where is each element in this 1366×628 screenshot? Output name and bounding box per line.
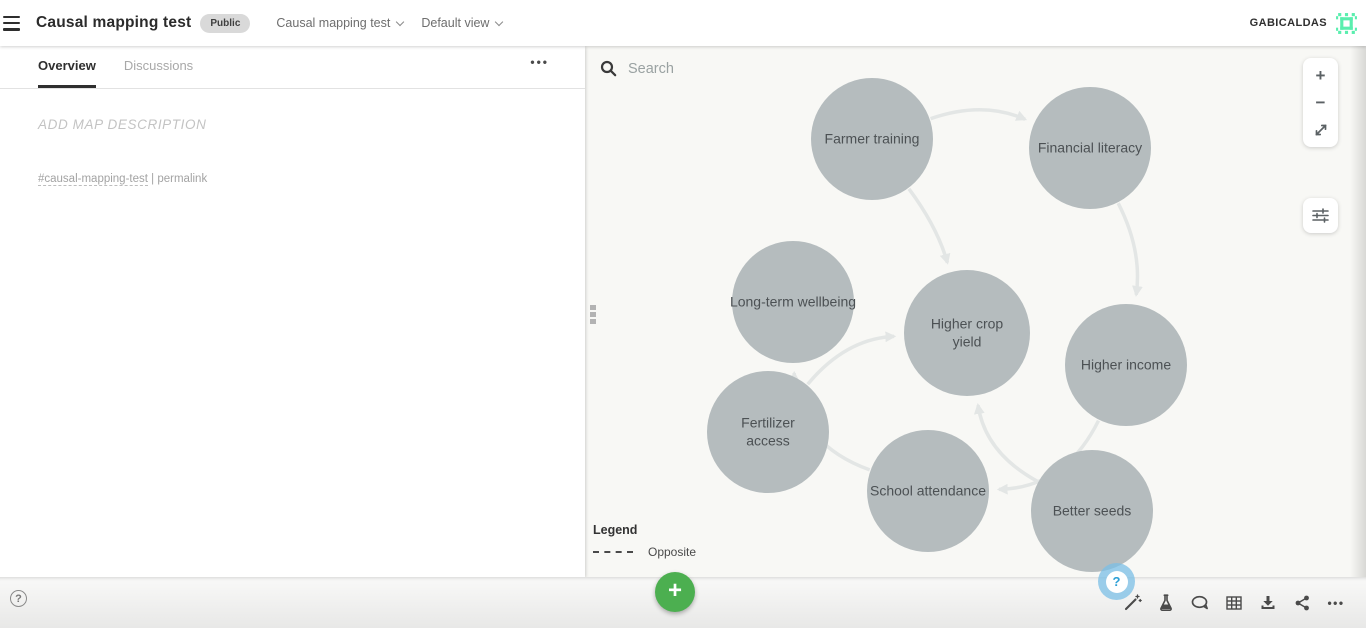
flask-icon[interactable] [1156,593,1176,613]
footer-toolbar: ••• [1108,577,1346,628]
sidebar-more-icon[interactable]: ••• [530,55,549,69]
menu-icon[interactable] [3,15,23,31]
node-label: Higher income [1080,356,1172,373]
search-box [600,60,798,77]
add-element-button[interactable]: + [655,572,695,612]
hashtag-link[interactable]: #causal-mapping-test [38,173,148,186]
project-selector[interactable]: Causal mapping test [276,16,405,30]
table-icon[interactable] [1224,593,1244,613]
top-bar: Causal mapping test Public Causal mappin… [0,0,1366,46]
permalink-link[interactable]: permalink [157,173,207,185]
map-node-higher-income[interactable]: Higher income [1065,304,1187,426]
panel-resize-handle[interactable] [590,305,596,326]
map-node-financial-literacy[interactable]: Financial literacy [1029,87,1151,209]
node-label: Better seeds [1052,502,1132,519]
dashed-line-sample [593,551,633,553]
sidebar-tabs: Overview Discussions ••• [0,46,585,89]
legend-item: Opposite [593,545,696,559]
permalink-separator: | [147,173,158,185]
map-node-better-seeds[interactable]: Better seeds [1031,450,1153,572]
map-node-farmer-training[interactable]: Farmer training [811,78,933,200]
tab-discussions[interactable]: Discussions [124,58,193,88]
zoom-out-button[interactable]: − [1303,89,1338,116]
comments-icon[interactable] [1190,593,1210,613]
zoom-fit-button[interactable] [1303,116,1338,143]
help-icon[interactable]: ? [10,590,27,607]
view-selector-label: Default view [421,16,490,30]
zoom-in-button[interactable]: + [1303,62,1338,89]
share-icon[interactable] [1292,593,1312,613]
sliders-icon [1312,208,1329,223]
project-selector-label: Causal mapping test [276,16,391,30]
legend-item-label: Opposite [648,545,697,559]
page-title: Causal mapping test [36,14,192,31]
zoom-fit-icon [1315,124,1326,135]
help-bubble[interactable]: ? [1098,563,1135,600]
plus-icon: + [667,577,682,604]
search-input[interactable] [628,60,798,77]
map-node-long-term-wellbeing[interactable]: Long-term wellbeing [730,241,856,363]
chevron-down-icon [495,17,504,26]
map-canvas[interactable]: Farmer training Financial literacy Long-te… [585,46,1366,577]
chevron-down-icon [396,17,405,26]
view-selector[interactable]: Default view [421,16,504,30]
node-label: Farmer training [824,130,920,147]
map-legend: Legend Opposite [593,523,696,559]
map-settings-button[interactable] [1303,198,1338,233]
node-label: School attendance [870,482,986,499]
download-icon[interactable] [1258,593,1278,613]
more-options-icon[interactable]: ••• [1326,593,1346,613]
legend-title: Legend [593,523,638,537]
user-avatar[interactable] [1335,11,1358,35]
permalink-row: #causal-mapping-test | permalink [38,173,547,186]
visibility-badge: Public [200,13,251,33]
map-node-higher-crop-yield[interactable]: Higher crop yield [904,270,1030,396]
map-description-placeholder[interactable]: ADD MAP DESCRIPTION [38,117,547,132]
node-label: Financial literacy [1037,139,1143,156]
zoom-controls: + − [1303,58,1338,147]
map-node-fertilizer-access[interactable]: Fertilizer access [707,371,829,493]
username[interactable]: GABICALDAS [1250,17,1327,29]
tab-overview[interactable]: Overview [38,58,96,88]
map-nodes: Farmer training Financial literacy Long-te… [585,46,1366,577]
search-icon [600,60,617,77]
map-node-school-attendance[interactable]: School attendance [867,430,989,552]
sidebar-panel: Overview Discussions ••• ADD MAP DESCRIP… [0,46,585,577]
node-label: Long-term wellbeing [729,293,857,310]
node-label: Higher crop yield [930,315,1004,350]
help-bubble-question: ? [1105,570,1128,593]
node-label: Fertilizer access [741,414,795,449]
